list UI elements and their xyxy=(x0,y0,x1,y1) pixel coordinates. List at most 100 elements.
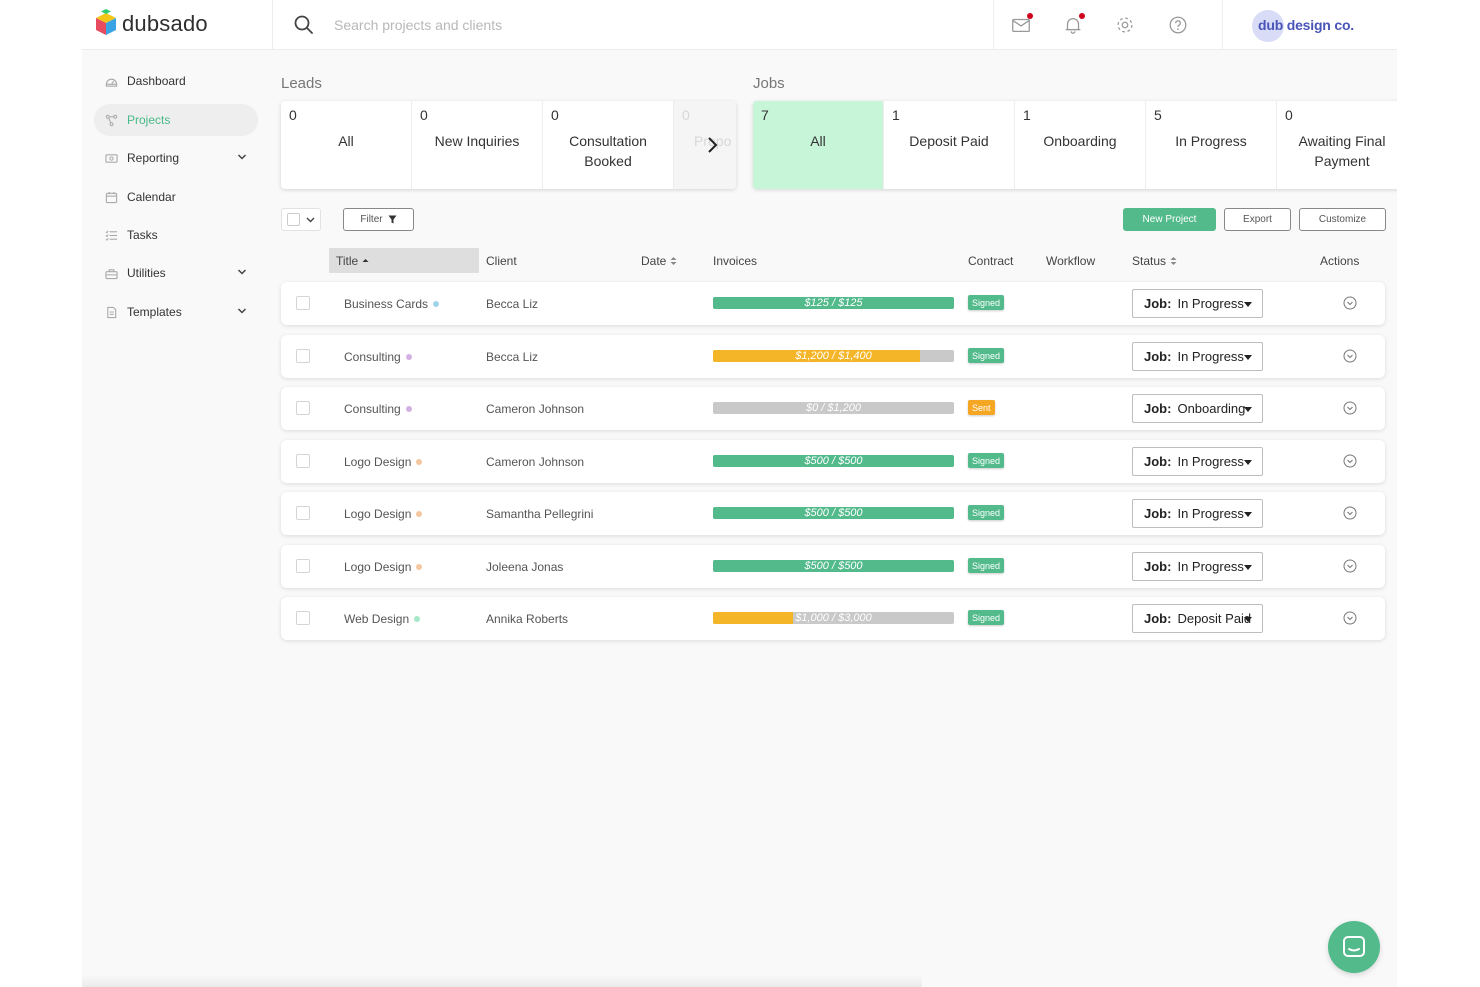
column-header-date[interactable]: Date xyxy=(641,248,677,273)
status-select[interactable]: Job: In Progress xyxy=(1132,552,1263,581)
contract-badge[interactable]: Signed xyxy=(968,295,1005,310)
column-header-workflow[interactable]: Workflow xyxy=(1046,248,1095,273)
invoice-progress-bar[interactable]: $500 / $500 xyxy=(713,455,954,467)
table-row[interactable]: Consulting Cameron Johnson $0 / $1,200 Sent… xyxy=(281,387,1385,430)
status-select[interactable]: Job: In Progress xyxy=(1132,289,1263,318)
project-title-cell[interactable]: Logo Design xyxy=(344,545,423,588)
status-select[interactable]: Job: Deposit Paid xyxy=(1132,604,1263,633)
row-actions-icon[interactable] xyxy=(1343,296,1357,310)
status-select[interactable]: Job: In Progress xyxy=(1132,447,1263,476)
client-cell[interactable]: Becca Liz xyxy=(486,335,538,378)
lead-card-proposal[interactable]: 0 Propo xyxy=(674,101,736,189)
new-project-button[interactable]: New Project xyxy=(1123,208,1216,231)
contract-badge[interactable]: Sent xyxy=(968,400,995,415)
logo[interactable]: dubsado xyxy=(96,8,208,40)
invoice-progress-bar[interactable]: $125 / $125 xyxy=(713,297,954,309)
invoice-progress-bar[interactable]: $500 / $500 xyxy=(713,560,954,572)
chevron-down-icon[interactable] xyxy=(236,266,248,278)
project-title-cell[interactable]: Business Cards xyxy=(344,282,440,325)
contract-badge[interactable]: Signed xyxy=(968,453,1005,468)
row-actions-icon[interactable] xyxy=(1343,506,1357,520)
search-icon[interactable] xyxy=(293,14,315,36)
row-checkbox[interactable] xyxy=(296,349,310,363)
row-actions-icon[interactable] xyxy=(1343,349,1357,363)
status-select[interactable]: Job: Onboarding xyxy=(1132,394,1263,423)
table-row[interactable]: Logo Design Joleena Jonas $500 / $500 Signe… xyxy=(281,545,1385,588)
job-card-awaiting-final-payment[interactable]: 0 Awaiting Final Payment xyxy=(1277,101,1397,189)
select-all-dropdown[interactable] xyxy=(281,208,321,231)
sidebar-item-tasks[interactable]: Tasks xyxy=(94,219,258,251)
sidebar-item-dashboard[interactable]: Dashboard xyxy=(94,65,258,97)
gear-icon[interactable] xyxy=(1113,13,1137,37)
customize-button[interactable]: Customize xyxy=(1299,208,1386,231)
project-title-cell[interactable]: Consulting xyxy=(344,387,412,430)
chevron-down-icon[interactable] xyxy=(236,305,248,317)
contract-badge[interactable]: Signed xyxy=(968,348,1005,363)
sidebar-item-projects[interactable]: Projects xyxy=(94,104,258,136)
table-row[interactable]: Logo Design Samantha Pellegrini $500 / $50… xyxy=(281,492,1385,535)
client-cell[interactable]: Cameron Johnson xyxy=(486,440,584,483)
chevron-down-icon[interactable] xyxy=(236,151,248,163)
row-checkbox[interactable] xyxy=(296,401,310,415)
job-card-onboarding[interactable]: 1 Onboarding xyxy=(1015,101,1146,189)
account-brand[interactable]: dub design co. xyxy=(1252,8,1354,42)
lead-card-new-inquiries[interactable]: 0 New Inquiries xyxy=(412,101,543,189)
column-header-status[interactable]: Status xyxy=(1132,248,1177,273)
sidebar-item-reporting[interactable]: Reporting xyxy=(94,142,258,174)
invoice-progress-bar[interactable]: $1,000 / $3,000 xyxy=(713,612,954,624)
job-card-deposit-paid[interactable]: 1 Deposit Paid xyxy=(884,101,1015,189)
project-title-cell[interactable]: Logo Design xyxy=(344,492,423,535)
search-input[interactable] xyxy=(334,14,834,36)
bell-icon[interactable] xyxy=(1061,13,1085,37)
chat-button[interactable] xyxy=(1328,921,1380,973)
table-row[interactable]: Consulting Becca Liz $1,200 / $1,400 Signed… xyxy=(281,335,1385,378)
row-checkbox[interactable] xyxy=(296,559,310,573)
row-checkbox[interactable] xyxy=(296,296,310,310)
contract-badge[interactable]: Signed xyxy=(968,558,1005,573)
client-cell[interactable]: Cameron Johnson xyxy=(486,387,584,430)
job-card-in-progress[interactable]: 5 In Progress xyxy=(1146,101,1277,189)
row-actions-icon[interactable] xyxy=(1343,454,1357,468)
table-row[interactable]: Logo Design Cameron Johnson $500 / $500 Sig… xyxy=(281,440,1385,483)
project-title-cell[interactable]: Web Design xyxy=(344,597,421,640)
lead-card-all[interactable]: 0 All xyxy=(281,101,412,189)
column-header-title[interactable]: Title xyxy=(329,248,479,273)
project-title-cell[interactable]: Consulting xyxy=(344,335,412,378)
row-actions-icon[interactable] xyxy=(1343,559,1357,573)
client-cell[interactable]: Annika Roberts xyxy=(486,597,568,640)
sidebar-item-calendar[interactable]: Calendar xyxy=(94,181,258,213)
sidebar-item-templates[interactable]: Templates xyxy=(94,296,258,328)
client-cell[interactable]: Joleena Jonas xyxy=(486,545,563,588)
column-header-label: Invoices xyxy=(713,253,758,268)
export-button[interactable]: Export xyxy=(1224,208,1291,231)
row-checkbox[interactable] xyxy=(296,611,310,625)
row-checkbox[interactable] xyxy=(296,454,310,468)
row-actions-icon[interactable] xyxy=(1343,611,1357,625)
filter-button[interactable]: Filter xyxy=(343,208,414,231)
status-select[interactable]: Job: In Progress xyxy=(1132,342,1263,371)
column-header-contract[interactable]: Contract xyxy=(968,248,1013,273)
select-all-checkbox[interactable] xyxy=(287,213,300,226)
contract-badge[interactable]: Signed xyxy=(968,505,1005,520)
lead-card-consultation-booked[interactable]: 0 Consultation Booked xyxy=(543,101,674,189)
table-row[interactable]: Business Cards Becca Liz $125 / $125 Signed… xyxy=(281,282,1385,325)
mail-icon[interactable] xyxy=(1009,13,1033,37)
job-card-all[interactable]: 7 All xyxy=(753,101,884,189)
column-header-client[interactable]: Client xyxy=(486,248,517,273)
client-cell[interactable]: Samantha Pellegrini xyxy=(486,492,593,535)
invoice-progress-bar[interactable]: $1,200 / $1,400 xyxy=(713,350,954,362)
table-row[interactable]: Web Design Annika Roberts $1,000 / $3,000 S… xyxy=(281,597,1385,640)
chevron-right-icon[interactable] xyxy=(706,135,720,155)
status-select[interactable]: Job: In Progress xyxy=(1132,499,1263,528)
card-count: 1 xyxy=(892,107,900,123)
row-checkbox[interactable] xyxy=(296,506,310,520)
row-actions-icon[interactable] xyxy=(1343,401,1357,415)
invoice-progress-bar[interactable]: $500 / $500 xyxy=(713,507,954,519)
sidebar-item-utilities[interactable]: Utilities xyxy=(94,257,258,289)
client-cell[interactable]: Becca Liz xyxy=(486,282,538,325)
help-icon[interactable] xyxy=(1166,13,1190,37)
invoice-progress-bar[interactable]: $0 / $1,200 xyxy=(713,402,954,414)
column-header-invoices[interactable]: Invoices xyxy=(713,248,757,273)
project-title-cell[interactable]: Logo Design xyxy=(344,440,423,483)
contract-badge[interactable]: Signed xyxy=(968,610,1005,625)
